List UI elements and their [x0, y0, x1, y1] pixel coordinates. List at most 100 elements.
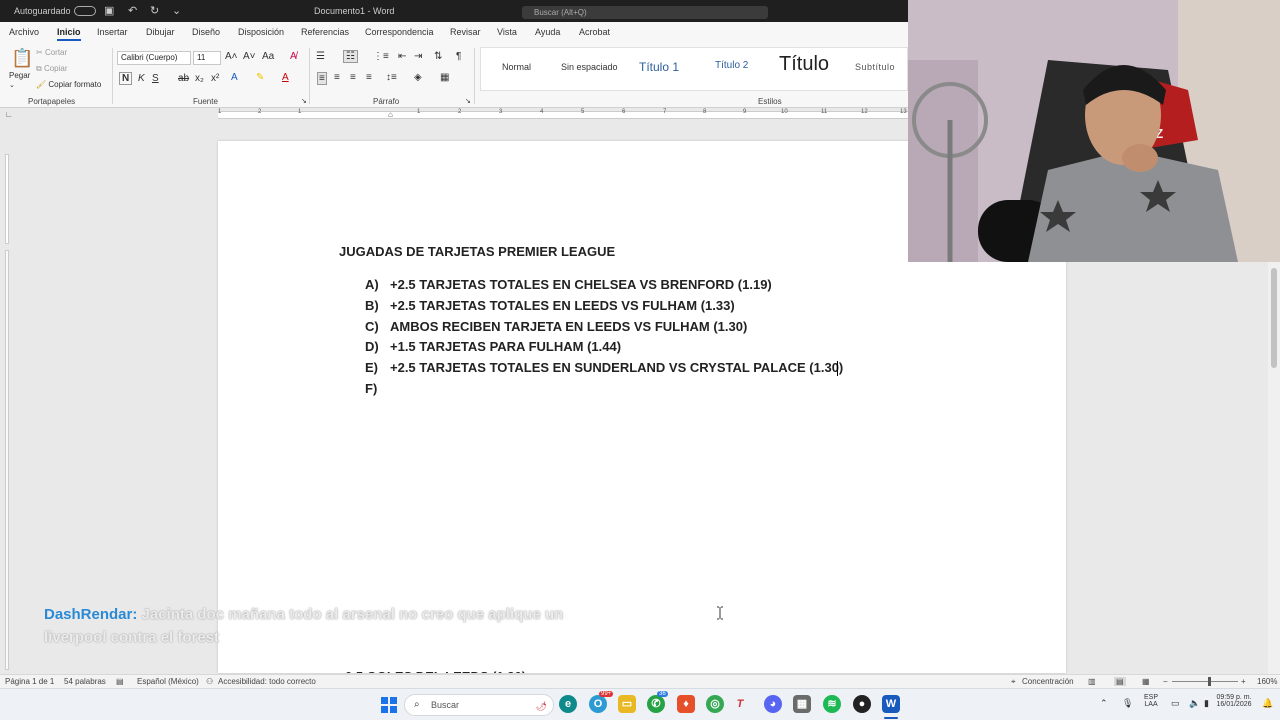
superscript-icon[interactable]: x² [211, 73, 219, 84]
grow-font-icon[interactable]: A˄ [225, 51, 238, 62]
multilevel-list-icon[interactable]: ⋮≡ [373, 51, 389, 62]
tab-diseno[interactable]: Diseño [192, 27, 220, 37]
zoom-in-icon[interactable]: + [1241, 677, 1246, 686]
style-normal[interactable]: Normal [502, 62, 531, 72]
style-heading-2[interactable]: Título 2 [715, 60, 748, 71]
style-subtitle[interactable]: Subtítulo [855, 62, 895, 72]
style-title[interactable]: Título [779, 53, 829, 76]
show-marks-icon[interactable]: ¶ [456, 51, 461, 62]
font-name-select[interactable]: Calibri (Cuerpo) [117, 51, 191, 65]
windows-start-icon[interactable] [381, 697, 397, 713]
notification-icon[interactable]: 🔔 [1262, 698, 1273, 709]
subscript-icon[interactable]: x₂ [195, 73, 204, 84]
list-item[interactable]: B) +2.5 TARJETAS TOTALES EN LEEDS VS FULH… [365, 298, 735, 313]
network-icon[interactable]: ▭ [1171, 698, 1180, 709]
cut-button[interactable]: ✂ Cortar [36, 48, 67, 57]
tab-archivo[interactable]: Archivo [9, 27, 39, 37]
highlight-icon[interactable]: ✎ [256, 72, 264, 83]
accessibility-status[interactable]: Accesibilidad: todo correcto [218, 677, 316, 686]
file-explorer-icon[interactable]: ▭ [618, 695, 636, 713]
web-layout-icon[interactable]: ▦ [1142, 677, 1150, 686]
justify-icon[interactable]: ≡ [366, 72, 372, 83]
chevron-down-icon[interactable]: ⌄ [172, 4, 181, 17]
word-count[interactable]: 54 palabras [64, 677, 106, 686]
paste-chevron-icon[interactable]: ⌄ [9, 81, 15, 89]
clock[interactable]: 09:59 p. m. 16/01/2026 [1210, 694, 1258, 708]
align-right-icon[interactable]: ≡ [350, 72, 356, 83]
tab-dibujar[interactable]: Dibujar [146, 27, 175, 37]
numbering-icon[interactable]: ☷ [343, 50, 358, 63]
volume-icon[interactable]: 🔈 [1189, 698, 1200, 709]
shading-icon[interactable]: ◈ [414, 72, 422, 83]
paste-button[interactable]: Pegar [9, 71, 30, 80]
vertical-ruler[interactable] [2, 140, 12, 670]
scrollbar-thumb[interactable] [1271, 268, 1277, 368]
chrome-icon[interactable]: ◎ [706, 695, 724, 713]
tab-revisar[interactable]: Revisar [450, 27, 481, 37]
text-app-icon[interactable]: T [731, 695, 749, 713]
text-effects-icon[interactable]: A [231, 72, 238, 83]
bold-icon[interactable]: N [119, 72, 133, 85]
proofing-icon[interactable]: ▤ [116, 677, 124, 686]
clipboard-icon[interactable]: 📋 [11, 48, 33, 69]
borders-icon[interactable]: ▦ [440, 72, 449, 83]
undo-icon[interactable]: ↶ [128, 4, 137, 17]
autosave-toggle[interactable] [74, 6, 96, 16]
language-status[interactable]: Español (México) [137, 677, 199, 686]
bullets-icon[interactable]: ☰ [316, 51, 325, 62]
list-item[interactable]: D) +1.5 TARJETAS PARA FULHAM (1.44) [365, 339, 621, 354]
obs-icon[interactable]: ● [853, 695, 871, 713]
style-no-spacing[interactable]: Sin espaciado [561, 62, 618, 72]
opera-icon[interactable]: O [589, 695, 607, 713]
underline-icon[interactable]: S [152, 73, 159, 84]
italic-icon[interactable]: K [138, 73, 145, 84]
list-item[interactable]: E) +2.5 TARJETAS TOTALES EN SUNDERLAND VS… [365, 360, 843, 375]
edge-icon[interactable]: e [559, 695, 577, 713]
zoom-slider[interactable] [1172, 681, 1238, 682]
increase-indent-icon[interactable]: ⇥ [414, 51, 422, 62]
strikethrough-icon[interactable]: ab [178, 73, 189, 84]
sort-icon[interactable]: ⇅ [434, 51, 442, 62]
clear-format-icon[interactable]: A̸ [290, 51, 297, 62]
input-language[interactable]: ESP LAA [1144, 694, 1158, 708]
zoom-out-icon[interactable]: − [1163, 677, 1168, 686]
tab-inicio[interactable]: Inicio [57, 27, 81, 41]
tab-insertar[interactable]: Insertar [97, 27, 128, 37]
save-icon[interactable]: ▣ [104, 4, 114, 17]
style-heading-1[interactable]: Título 1 [639, 60, 679, 74]
brave-icon[interactable]: ♦ [677, 695, 695, 713]
format-painter-button[interactable]: 🖌 Copiar formato [36, 80, 101, 89]
microphone-icon[interactable]: 🎙 [1122, 698, 1133, 709]
read-mode-icon[interactable]: ▥ [1088, 677, 1096, 686]
chevron-up-icon[interactable]: ⌃ [1100, 698, 1108, 709]
font-color-icon[interactable]: A [282, 72, 289, 83]
spotify-icon[interactable]: ≋ [823, 695, 841, 713]
document-heading[interactable]: JUGADAS DE TARJETAS PREMIER LEAGUE [339, 244, 615, 259]
align-left-icon[interactable]: ≡ [317, 72, 327, 85]
tab-acrobat[interactable]: Acrobat [579, 27, 610, 37]
tab-referencias[interactable]: Referencias [301, 27, 349, 37]
tab-correspondencia[interactable]: Correspondencia [365, 27, 434, 37]
list-item[interactable]: F) [365, 381, 390, 396]
zoom-slider-thumb[interactable] [1208, 677, 1211, 686]
font-dialog-icon[interactable]: ↘ [301, 97, 307, 105]
zoom-level[interactable]: 160% [1257, 677, 1277, 686]
taskbar-search[interactable]: ⌕ Buscar 🌶 [404, 694, 554, 716]
font-size-select[interactable]: 11 [193, 51, 221, 65]
print-layout-icon[interactable]: ▤ [1114, 677, 1126, 686]
redo-icon[interactable]: ↻ [150, 4, 159, 17]
change-case-icon[interactable]: Aa [262, 51, 274, 62]
discord-icon[interactable]: ◕ [764, 695, 782, 713]
title-search-box[interactable]: Buscar (Alt+Q) [522, 6, 768, 19]
tab-vista[interactable]: Vista [497, 27, 517, 37]
paragraph-dialog-icon[interactable]: ↘ [465, 97, 471, 105]
vertical-scrollbar[interactable] [1268, 262, 1280, 674]
focus-button[interactable]: Concentración [1022, 677, 1074, 686]
shrink-font-icon[interactable]: A˅ [243, 51, 256, 62]
whatsapp-icon[interactable]: ✆ [647, 695, 665, 713]
copy-button[interactable]: ⧉ Copiar [36, 64, 68, 74]
battery-icon[interactable]: ▮ [1204, 698, 1209, 709]
line-spacing-icon[interactable]: ↕≡ [386, 72, 397, 83]
list-item[interactable]: C) AMBOS RECIBEN TARJETA EN LEEDS VS FULH… [365, 319, 747, 334]
word-icon[interactable]: W [882, 695, 900, 713]
